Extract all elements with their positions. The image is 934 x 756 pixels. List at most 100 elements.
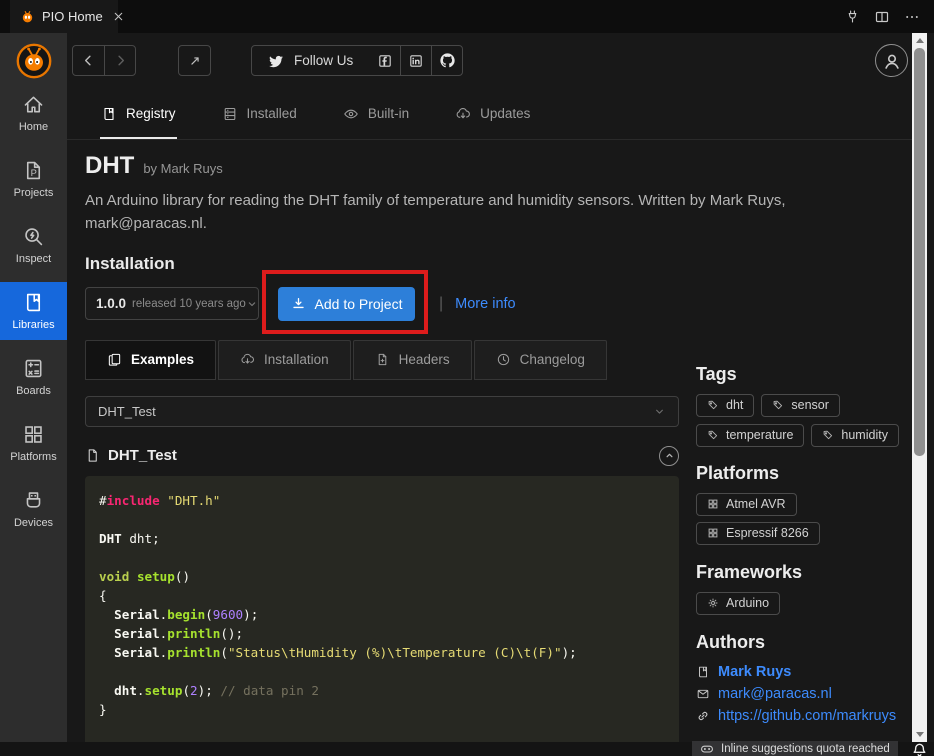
tab-changelog[interactable]: Changelog: [474, 340, 607, 380]
divider: |: [439, 295, 443, 313]
copilot-icon: [700, 742, 714, 756]
svg-text:P: P: [31, 168, 37, 178]
platformio-ant-logo: [16, 43, 52, 79]
authors-heading: Authors: [696, 632, 905, 653]
tags-heading: Tags: [696, 364, 905, 385]
split-editor-icon[interactable]: [874, 9, 890, 25]
tag-icon: [707, 399, 719, 411]
tag-temperature[interactable]: temperature: [696, 424, 804, 447]
platforms-heading: Platforms: [696, 463, 905, 484]
platform-atmel-avr[interactable]: Atmel AVR: [696, 493, 797, 516]
linkedin-button[interactable]: [400, 46, 431, 75]
sidebar-item-devices[interactable]: Devices: [0, 489, 67, 529]
projects-icon: P: [22, 159, 45, 182]
tag-humidity[interactable]: humidity: [811, 424, 899, 447]
main-area: Follow Us Registry Installed: [67, 33, 934, 742]
scrollbar-up-arrow[interactable]: [912, 33, 927, 48]
boards-icon: [22, 357, 45, 380]
expand-group: [178, 45, 211, 76]
library-description: An Arduino library for reading the DHT f…: [85, 189, 905, 236]
tab-installed[interactable]: Installed: [221, 90, 298, 139]
download-icon: [291, 296, 306, 311]
account-button[interactable]: [875, 44, 908, 77]
version-select[interactable]: 1.0.0 released 10 years ago: [85, 287, 259, 320]
sidebar-item-projects[interactable]: P Projects: [0, 159, 67, 199]
grid-icon: [707, 527, 719, 539]
close-icon[interactable]: [112, 10, 125, 23]
file-plus-icon: [375, 352, 390, 367]
github-button[interactable]: [431, 46, 462, 75]
more-info-link[interactable]: More info: [455, 296, 515, 312]
back-button[interactable]: [73, 46, 104, 75]
library-name: DHT: [85, 152, 134, 180]
github-icon: [439, 52, 456, 69]
detail-tabs: Examples Installation Headers Changelog: [85, 340, 679, 380]
expand-icon: [188, 54, 202, 68]
library-aside: Tags dht sensor temperature: [696, 364, 905, 743]
back-arrow-icon: [81, 53, 96, 68]
scrollbar-thumb[interactable]: [914, 48, 925, 456]
sidebar-item-libraries[interactable]: Libraries: [0, 282, 67, 340]
library-page: DHT by Mark Ruys An Arduino library for …: [85, 140, 905, 742]
bell-icon[interactable]: [911, 742, 928, 756]
sidebar-item-platforms[interactable]: Platforms: [0, 423, 67, 463]
built-in-icon: [343, 106, 359, 122]
tag-dht[interactable]: dht: [696, 394, 754, 417]
status-strip: Inline suggestions quota reached: [0, 742, 934, 756]
registry-icon: [101, 106, 117, 122]
tag-icon: [772, 399, 784, 411]
chevron-down-icon: [246, 298, 258, 310]
platformio-ant-icon: [20, 9, 35, 24]
author-url-link[interactable]: https://github.com/markruys: [696, 708, 905, 724]
forward-button[interactable]: [104, 46, 135, 75]
plug-icon[interactable]: [845, 9, 860, 24]
collapse-button[interactable]: [659, 446, 679, 466]
author-name-link[interactable]: Mark Ruys: [696, 664, 905, 680]
activity-bar: Home P Projects Inspect Libraries Boards…: [0, 33, 67, 742]
sidebar-item-home[interactable]: Home: [0, 93, 67, 133]
home-icon: [22, 93, 45, 116]
grid-icon: [707, 498, 719, 510]
sidebar-item-boards[interactable]: Boards: [0, 357, 67, 397]
library-byline: by Mark Ruys: [143, 161, 222, 176]
tab-installation[interactable]: Installation: [218, 340, 351, 380]
scrollbar-down-arrow[interactable]: [912, 727, 927, 742]
tag-icon: [822, 429, 834, 441]
libraries-icon: [22, 291, 45, 314]
updates-icon: [455, 106, 471, 122]
contact-card-icon: [696, 665, 710, 679]
inspect-icon: [22, 225, 45, 248]
tab-registry[interactable]: Registry: [100, 90, 177, 139]
twitter-icon: [268, 53, 284, 69]
scrollbar: [912, 33, 927, 742]
sidebar-item-inspect[interactable]: Inspect: [0, 225, 67, 265]
installation-heading: Installation: [85, 254, 679, 274]
examples-icon: [107, 352, 122, 367]
tag-sensor[interactable]: sensor: [761, 394, 840, 417]
author-email-link[interactable]: mark@paracas.nl: [696, 686, 905, 702]
toolbar: Follow Us: [72, 44, 908, 77]
chevron-up-icon: [664, 450, 675, 461]
code-lines: #include "DHT.h" DHT dht; void setup(){ …: [99, 491, 665, 719]
tab-headers[interactable]: Headers: [353, 340, 472, 380]
notification-toast[interactable]: Inline suggestions quota reached: [692, 741, 898, 756]
platform-espressif-8266[interactable]: Espressif 8266: [696, 522, 820, 545]
example-title: DHT_Test: [108, 447, 177, 464]
add-to-project-button[interactable]: Add to Project: [278, 287, 415, 321]
devices-icon: [22, 489, 45, 512]
tab-title: PIO Home: [42, 9, 103, 24]
framework-arduino[interactable]: Arduino: [696, 592, 780, 615]
gear-icon: [707, 597, 719, 609]
platforms-icon: [22, 423, 45, 446]
expand-button[interactable]: [179, 46, 210, 75]
follow-us-button[interactable]: Follow Us: [252, 46, 369, 75]
tab-built-in[interactable]: Built-in: [342, 90, 410, 139]
tab-examples[interactable]: Examples: [85, 340, 216, 380]
library-nav-tabs: Registry Installed Built-in Updates: [67, 90, 913, 140]
tab-updates[interactable]: Updates: [454, 90, 531, 139]
more-actions-icon[interactable]: [904, 9, 920, 25]
example-select[interactable]: DHT_Test: [85, 396, 679, 427]
installed-icon: [222, 106, 238, 122]
facebook-button[interactable]: [369, 46, 400, 75]
editor-tab-pio-home[interactable]: PIO Home: [10, 0, 118, 33]
